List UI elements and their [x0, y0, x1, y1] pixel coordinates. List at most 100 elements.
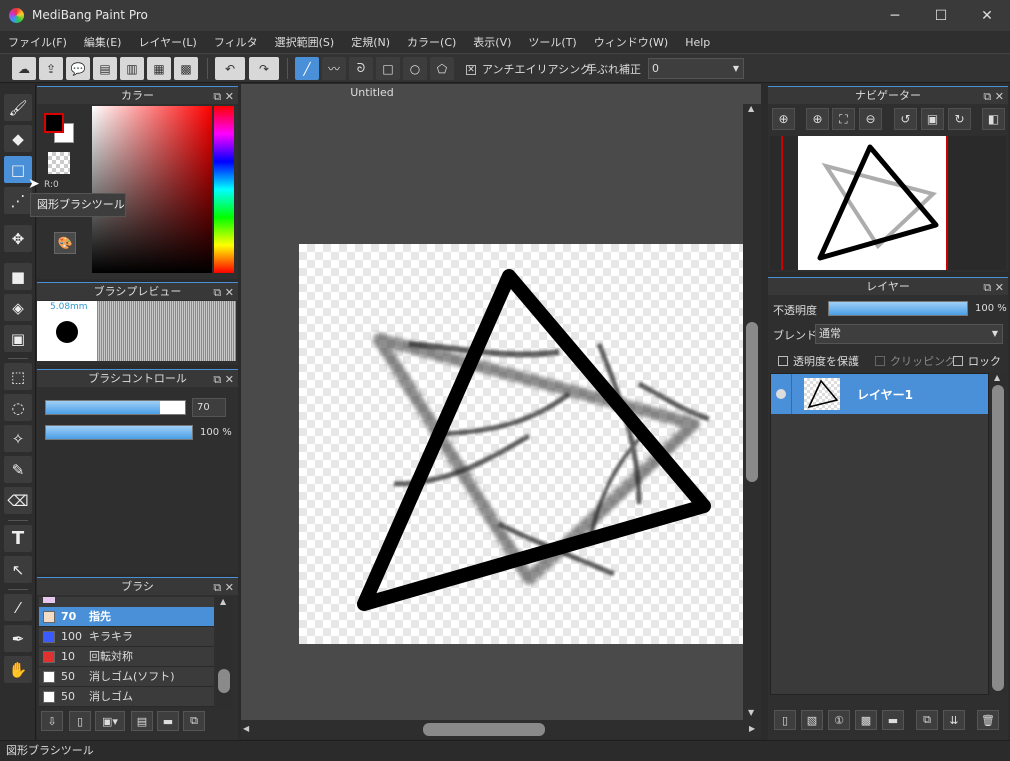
scroll-left-icon[interactable]: ◀: [243, 724, 249, 733]
ellipse-icon[interactable]: ○: [403, 57, 427, 80]
brush-size-field[interactable]: 70: [192, 398, 226, 417]
add-brush-dropdown-icon[interactable]: ▣▾: [95, 711, 125, 731]
new-1bit-layer-icon[interactable]: ①: [828, 710, 850, 730]
zoom-in-icon[interactable]: ⊕: [806, 108, 829, 130]
close-button[interactable]: ✕: [964, 0, 1010, 31]
duplicate-brush-icon[interactable]: ⧉: [183, 711, 205, 731]
brush-item[interactable]: 70 指先: [39, 607, 214, 627]
scroll-thumb[interactable]: [992, 385, 1004, 691]
scroll-up-icon[interactable]: ▲: [994, 373, 1000, 382]
scroll-up-icon[interactable]: ▲: [748, 104, 754, 113]
brush-tool-icon[interactable]: 🖌: [4, 94, 32, 121]
chat-bubble-icon[interactable]: 💬: [66, 57, 90, 80]
undo-icon[interactable]: ↶: [215, 57, 245, 80]
canvas-document[interactable]: [299, 244, 744, 644]
brush-opacity-slider[interactable]: [45, 425, 193, 440]
redo-icon[interactable]: ↷: [249, 57, 279, 80]
scroll-down-icon[interactable]: ▼: [748, 708, 754, 717]
pipette-tool-icon[interactable]: ✒: [4, 625, 32, 652]
reset-rotation-icon[interactable]: ▣: [921, 108, 944, 130]
clipping-checkbox[interactable]: [875, 354, 885, 367]
flip-horizontal-icon[interactable]: ◧: [982, 108, 1005, 130]
fill-rect-tool-icon[interactable]: ■: [4, 263, 32, 290]
menu-file[interactable]: ファイル(F): [8, 34, 67, 50]
panel-controls[interactable]: ⧉ ✕: [983, 88, 1004, 105]
panel-controls[interactable]: ⧉ ✕: [213, 88, 234, 105]
hue-slider[interactable]: [214, 106, 234, 273]
curve-icon[interactable]: ᘐ: [349, 57, 373, 80]
brush-settings-icon[interactable]: ▤: [131, 711, 153, 731]
menu-filter[interactable]: フィルタ: [214, 34, 258, 50]
brush-item[interactable]: 50 消しゴム: [39, 687, 214, 707]
new-brush-icon[interactable]: ▯: [69, 711, 91, 731]
panel-controls[interactable]: ⧉ ✕: [983, 279, 1004, 296]
menu-select[interactable]: 選択範囲(S): [275, 34, 335, 50]
operation-tool-icon[interactable]: ↖: [4, 556, 32, 583]
upload-icon[interactable]: ⇪: [39, 57, 63, 80]
navigator-preview[interactable]: [770, 136, 1006, 270]
rotate-left-icon[interactable]: ↺: [894, 108, 917, 130]
transparent-color-swatch[interactable]: [48, 152, 70, 174]
polygon-icon[interactable]: ⬠: [430, 57, 454, 80]
antialias-checkbox[interactable]: ✕: [466, 63, 476, 76]
magic-wand-tool-icon[interactable]: ✧: [4, 425, 32, 452]
merge-down-icon[interactable]: ⇊: [943, 710, 965, 730]
layer-row[interactable]: レイヤー1: [771, 374, 988, 414]
dropper-tool-icon[interactable]: ⁄: [4, 594, 32, 621]
delete-layer-icon[interactable]: 🗑: [977, 710, 999, 730]
scroll-thumb[interactable]: [746, 322, 758, 482]
palette-icon[interactable]: 🎨: [54, 232, 76, 254]
bucket-tool-icon[interactable]: ◈: [4, 294, 32, 321]
brush-folder-icon[interactable]: ▬: [157, 711, 179, 731]
panel-controls[interactable]: ⧉ ✕: [213, 371, 234, 388]
rotate-right-icon[interactable]: ↻: [948, 108, 971, 130]
menu-edit[interactable]: 編集(E): [84, 34, 122, 50]
scroll-up-icon[interactable]: ▲: [220, 597, 226, 606]
grid-list-icon[interactable]: ▦: [147, 57, 171, 80]
gradient-tool-icon[interactable]: ▣: [4, 325, 32, 352]
cloud-icon[interactable]: ☁: [12, 57, 36, 80]
scroll-thumb[interactable]: [218, 669, 230, 693]
foreground-color-swatch[interactable]: [44, 113, 64, 133]
brush-list-scrollbar[interactable]: ▲: [216, 597, 232, 709]
layer-list-scrollbar[interactable]: ▲: [989, 373, 1006, 695]
saturation-value-picker[interactable]: [92, 106, 212, 273]
visibility-icon[interactable]: [776, 389, 786, 399]
menu-tool[interactable]: ツール(T): [528, 34, 576, 50]
new-layer-icon[interactable]: ▯: [774, 710, 796, 730]
layer-opacity-slider[interactable]: [828, 301, 968, 316]
menu-ruler[interactable]: 定規(N): [351, 34, 390, 50]
brush-download-icon[interactable]: ⇩: [41, 711, 63, 731]
brush-item[interactable]: 10 回転対称: [39, 647, 214, 667]
zoom-fit-icon[interactable]: ⊕: [772, 108, 795, 130]
document-icon[interactable]: ▥: [120, 57, 144, 80]
polyline-icon[interactable]: 〰: [322, 57, 346, 80]
brush-item[interactable]: 50 消しゴム(ソフト): [39, 667, 214, 687]
new-halftone-layer-icon[interactable]: ▧: [801, 710, 823, 730]
menu-view[interactable]: 表示(V): [473, 34, 511, 50]
panel-layout-icon[interactable]: ▩: [174, 57, 198, 80]
select-eraser-tool-icon[interactable]: ⌫: [4, 487, 32, 514]
select-pen-tool-icon[interactable]: ✎: [4, 456, 32, 483]
menu-window[interactable]: ウィンドウ(W): [594, 34, 668, 50]
panel-controls[interactable]: ⧉ ✕: [213, 579, 234, 596]
brush-item[interactable]: 100 キラキラ: [39, 627, 214, 647]
new-8bit-layer-icon[interactable]: ▩: [855, 710, 877, 730]
rectangle-icon[interactable]: □: [376, 57, 400, 80]
line-shape-icon[interactable]: ╱: [295, 57, 319, 80]
zoom-out-icon[interactable]: ⊖: [859, 108, 882, 130]
document-tab[interactable]: Untitled: [241, 84, 503, 103]
panel-controls[interactable]: ⧉ ✕: [213, 284, 234, 301]
blend-select[interactable]: 通常 ▼: [815, 324, 1003, 344]
eraser-tool-icon[interactable]: ◆: [4, 125, 32, 152]
scroll-thumb[interactable]: [423, 723, 545, 736]
text-tool-icon[interactable]: T: [4, 525, 32, 552]
stabilizer-select[interactable]: 0 ▼: [648, 58, 744, 79]
duplicate-layer-icon[interactable]: ⧉: [916, 710, 938, 730]
canvas-horizontal-scrollbar[interactable]: ◀ ▶: [241, 720, 761, 739]
comment-icon[interactable]: ▤: [93, 57, 117, 80]
move-tool-icon[interactable]: ✥: [4, 225, 32, 252]
minimize-button[interactable]: ─: [872, 0, 918, 31]
maximize-button[interactable]: ☐: [918, 0, 964, 31]
lasso-tool-icon[interactable]: ◌: [4, 394, 32, 421]
